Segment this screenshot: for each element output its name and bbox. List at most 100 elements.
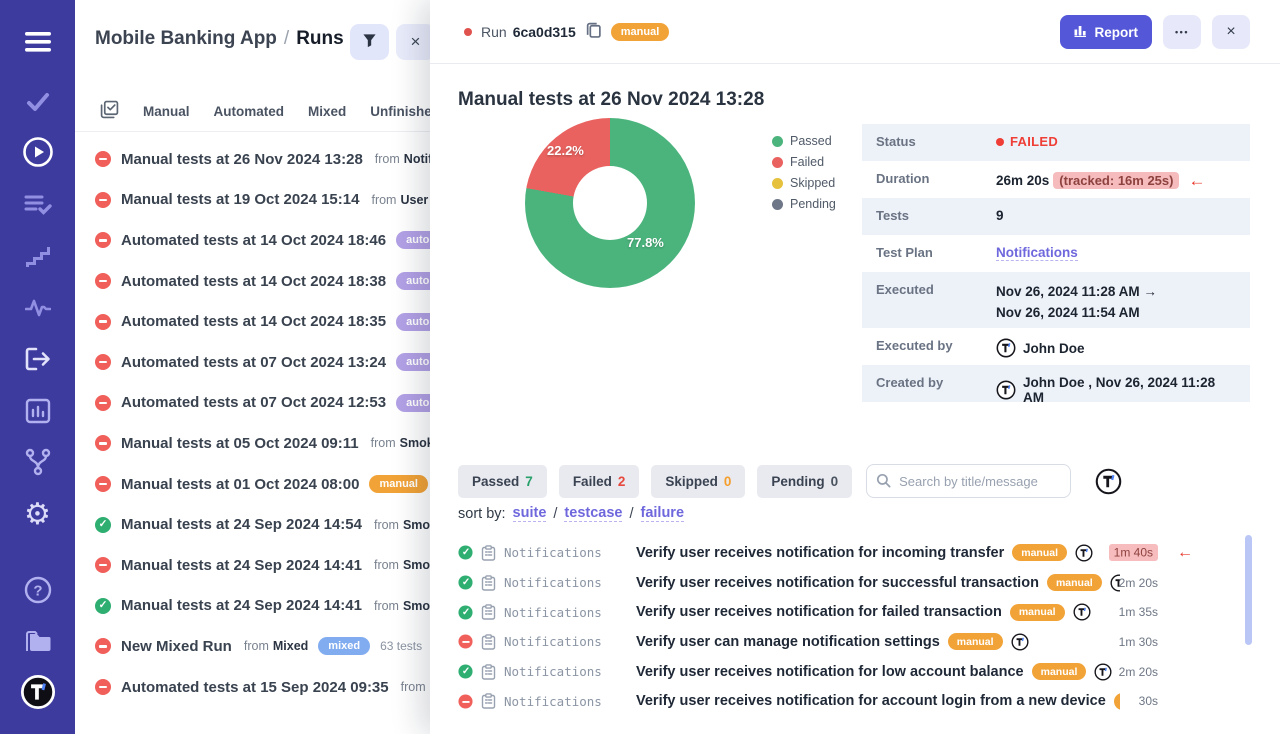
test-row[interactable]: Notifications Verify user receives notif… (458, 686, 1250, 716)
executed-by-name: John Doe (1023, 341, 1085, 356)
legend-dot-icon (772, 199, 783, 210)
assignee-avatar[interactable] (1095, 468, 1122, 495)
run-status-icon (95, 151, 111, 167)
report-button[interactable]: Report (1060, 15, 1153, 49)
run-status-dot (464, 28, 472, 36)
menu-icon[interactable] (0, 24, 75, 60)
test-row[interactable]: Notifications Verify user receives notif… (458, 597, 1250, 627)
run-label: Run (481, 24, 507, 40)
test-title: Verify user receives notification for fa… (636, 604, 1002, 620)
test-status-icon (458, 546, 472, 560)
play-circle-icon[interactable] (0, 134, 75, 170)
test-plan-link[interactable]: Notifications (996, 245, 1078, 261)
ellipsis-icon: ••• (1175, 27, 1189, 37)
analytics-icon[interactable] (0, 393, 75, 429)
test-title: Verify user receives notification for lo… (636, 664, 1024, 680)
sort-by-label: sort by: (458, 506, 506, 522)
detail-row-executed-by: Executed by John Doe (862, 328, 1250, 365)
test-suite: Notifications (504, 664, 618, 679)
test-row[interactable]: Notifications Verify user receives notif… (458, 538, 1250, 568)
breadcrumb-project[interactable]: Mobile Banking App (95, 28, 277, 49)
run-title: Manual tests at 24 Sep 2024 14:41 (121, 597, 362, 614)
status-filter-chip[interactable]: Skipped0 (651, 465, 745, 498)
run-title: Automated tests at 14 Oct 2024 18:35 (121, 313, 386, 330)
created-by-text: John Doe , Nov 26, 2024 11:28 AM (1023, 375, 1238, 405)
runs-tab[interactable]: Manual (143, 104, 190, 119)
avatar (1073, 603, 1091, 621)
run-status-icon (95, 314, 111, 330)
run-status-icon (95, 273, 111, 289)
test-row[interactable]: Notifications Verify user receives notif… (458, 657, 1250, 687)
check-icon[interactable] (0, 84, 75, 120)
chip-count: 7 (525, 474, 533, 489)
svg-text:?: ? (33, 583, 42, 600)
close-icon: × (1226, 23, 1235, 41)
run-title: Automated tests at 14 Oct 2024 18:38 (121, 273, 386, 290)
pulse-icon[interactable] (0, 290, 75, 326)
testcase-icon (481, 575, 496, 591)
funnel-icon (362, 33, 377, 51)
sort-failure-link[interactable]: failure (641, 505, 685, 522)
run-status-icon (95, 476, 111, 492)
run-status-icon (95, 517, 111, 533)
search-input[interactable] (866, 464, 1071, 498)
status-chips: Passed7 Failed2 Skipped0 Pending0 (458, 465, 852, 498)
run-status-icon (95, 598, 111, 614)
copy-icon[interactable] (585, 21, 602, 43)
gear-icon[interactable]: ⚙ (0, 496, 75, 532)
test-title: Verify user receives notification for in… (636, 545, 1004, 561)
help-icon[interactable]: ? (0, 572, 75, 608)
search-box (866, 464, 1071, 498)
search-icon (876, 473, 891, 493)
sort-separator: / (553, 506, 557, 522)
runs-tab[interactable]: Mixed (308, 104, 346, 119)
sort-separator: / (629, 506, 633, 522)
run-type-badge: mixed (318, 637, 370, 655)
test-row[interactable]: Notifications Verify user receives notif… (458, 568, 1250, 598)
import-icon[interactable] (0, 341, 75, 377)
folder-icon[interactable] (0, 624, 75, 660)
sort-suite-link[interactable]: suite (513, 505, 547, 522)
test-row[interactable]: Notifications Verify user can manage not… (458, 627, 1250, 657)
select-all-icon[interactable] (100, 100, 119, 124)
detail-close-button[interactable]: × (1212, 15, 1250, 49)
run-status-icon (95, 192, 111, 208)
test-duration: 1m 30s (1119, 635, 1158, 649)
testcase-icon (481, 664, 496, 680)
run-status-icon (95, 395, 111, 411)
from-label: from (374, 558, 399, 572)
avatar (996, 380, 1016, 400)
detail-tab[interactable] (717, 421, 976, 451)
filter-button[interactable] (350, 24, 389, 60)
scrollbar-thumb[interactable] (1245, 535, 1252, 645)
tests-count: 9 (996, 208, 1004, 223)
test-type-badge: manual (1012, 544, 1067, 561)
branch-icon[interactable] (0, 444, 75, 480)
detail-label: Executed by (876, 338, 996, 353)
more-button[interactable]: ••• (1163, 15, 1201, 49)
duration-value: 26m 20s (996, 173, 1049, 188)
logo-icon[interactable] (0, 674, 75, 710)
status-filter-chip[interactable]: Passed7 (458, 465, 547, 498)
detail-tabs (458, 421, 1235, 451)
run-status-icon (95, 435, 111, 451)
detail-tab[interactable] (976, 421, 1235, 451)
sort-testcase-link[interactable]: testcase (564, 505, 622, 522)
steps-icon[interactable] (0, 239, 75, 275)
list-check-icon[interactable] (0, 187, 75, 223)
detail-topbar: Run 6ca0d315 manual Report ••• × (430, 0, 1280, 64)
test-status-icon (458, 575, 472, 589)
avatar (1075, 544, 1093, 562)
legend-item: Skipped (772, 175, 836, 191)
executed-start: Nov 26, 2024 11:28 AM → (996, 284, 1157, 299)
test-duration: 2m 20s (1119, 665, 1158, 679)
status-filter-chip[interactable]: Failed2 (559, 465, 640, 498)
status-filter-chip[interactable]: Pending0 (757, 465, 852, 498)
from-label: from (375, 152, 400, 166)
detail-label: Created by (876, 375, 996, 390)
run-source-name: Mixed (273, 639, 308, 653)
runs-tab[interactable]: Automated (214, 104, 285, 119)
detail-tab[interactable] (458, 421, 717, 451)
avatar (996, 338, 1016, 358)
tests-list: Notifications Verify user receives notif… (458, 538, 1250, 716)
